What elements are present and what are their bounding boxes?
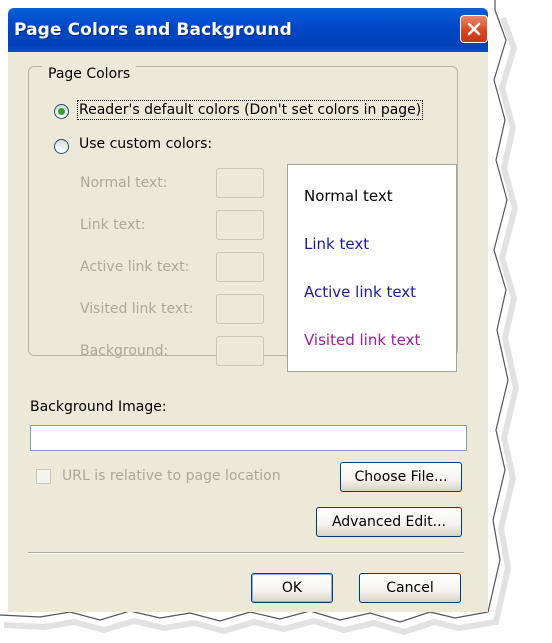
color-preview-panel: Normal text Link text Active link text V… bbox=[287, 164, 457, 372]
default-colors-label[interactable]: Reader's default colors (Don't set color… bbox=[76, 100, 424, 120]
background-color-button[interactable] bbox=[216, 336, 264, 366]
advanced-edit-button[interactable]: Advanced Edit... bbox=[316, 507, 462, 537]
close-button[interactable] bbox=[460, 15, 488, 43]
choose-file-button[interactable]: Choose File... bbox=[340, 462, 462, 492]
active-link-text-color-button[interactable] bbox=[216, 252, 264, 282]
background-image-input[interactable] bbox=[30, 425, 467, 451]
link-text-color-button[interactable] bbox=[216, 210, 264, 240]
relative-url-checkbox[interactable] bbox=[36, 469, 51, 484]
title-bar[interactable]: Page Colors and Background bbox=[8, 8, 488, 52]
active-link-text-label: Active link text: bbox=[80, 259, 190, 275]
page-colors-group-label: Page Colors bbox=[42, 66, 137, 82]
link-text-label: Link text: bbox=[80, 217, 146, 233]
visited-link-text-label: Visited link text: bbox=[80, 301, 194, 317]
normal-text-color-button[interactable] bbox=[216, 168, 264, 198]
radio-selected-icon bbox=[58, 108, 65, 115]
preview-visited-link-text: Visited link text bbox=[304, 331, 421, 349]
custom-colors-radio[interactable] bbox=[54, 139, 69, 154]
default-colors-radio[interactable] bbox=[54, 104, 69, 119]
ok-button[interactable]: OK bbox=[251, 573, 333, 603]
background-label: Background: bbox=[80, 343, 169, 359]
button-divider bbox=[28, 552, 464, 554]
custom-colors-label[interactable]: Use custom colors: bbox=[79, 136, 212, 152]
relative-url-label: URL is relative to page location bbox=[62, 468, 281, 484]
visited-link-text-color-button[interactable] bbox=[216, 294, 264, 324]
preview-active-link-text: Active link text bbox=[304, 283, 417, 301]
preview-link-text: Link text bbox=[304, 235, 370, 253]
normal-text-label: Normal text: bbox=[80, 175, 168, 191]
cancel-button[interactable]: Cancel bbox=[359, 573, 461, 603]
background-image-label: Background Image: bbox=[30, 399, 167, 415]
window-title: Page Colors and Background bbox=[14, 20, 292, 40]
preview-normal-text: Normal text bbox=[304, 187, 393, 205]
close-icon bbox=[467, 22, 481, 36]
